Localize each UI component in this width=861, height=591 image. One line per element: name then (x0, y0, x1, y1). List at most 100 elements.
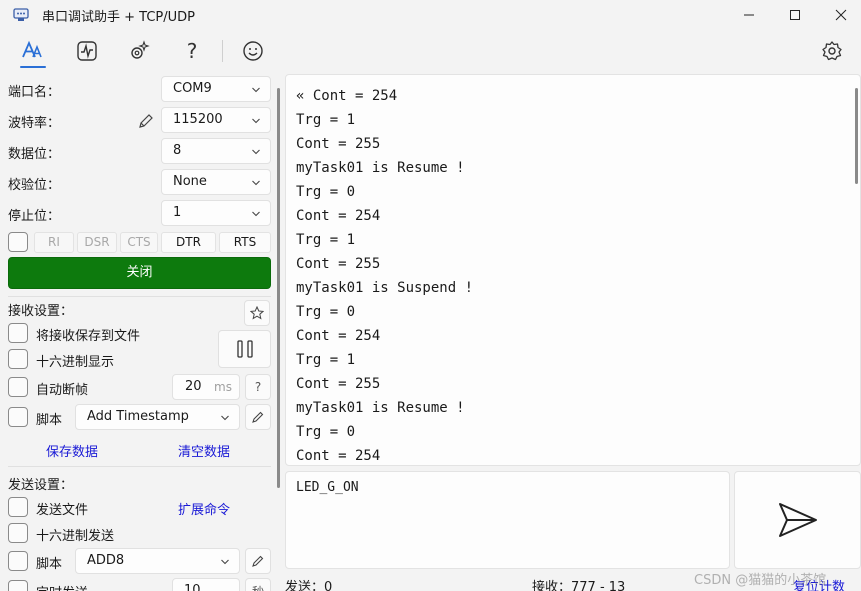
databits-select-value: 8 (173, 143, 182, 158)
output-line: Trg = 1 (296, 232, 356, 248)
pin-cts: CTS (120, 232, 158, 253)
receive-section-label: 接收设置： (8, 304, 74, 319)
hex-display-checkbox[interactable] (8, 349, 28, 369)
receive-script-value: Add Timestamp (87, 409, 189, 424)
minimize-button[interactable] (726, 0, 772, 30)
output-line: Cont = 255 (296, 256, 381, 272)
close-icon (835, 9, 847, 21)
output-lines: « Cont = 254 Trg = 1 Cont = 255 myTask01 is… (296, 84, 474, 465)
send-script-checkbox[interactable] (8, 551, 28, 571)
minimize-icon (744, 14, 754, 16)
parity-label: 校验位： (8, 178, 61, 193)
hex-send-checkbox[interactable] (8, 523, 28, 543)
tool-scope-button[interactable] (71, 36, 103, 66)
output-line: Trg = 0 (296, 184, 356, 200)
parity-select-value: None (173, 174, 207, 189)
output-line: Cont = 255 (296, 136, 381, 152)
section-divider (8, 296, 271, 297)
baud-select[interactable]: 115200 (161, 107, 271, 133)
send-script-value: ADD8 (87, 553, 125, 568)
send-input-text: LED_G_ON (296, 480, 359, 495)
pin-dtr-button[interactable]: DTR (161, 232, 216, 253)
edit-pencil-icon (252, 411, 264, 423)
output-line: Cont = 255 (296, 376, 381, 392)
sent-count: 发送：0 (285, 580, 333, 591)
auto-frame-label: 自动断帧 (36, 383, 89, 398)
port-select-value: COM9 (173, 81, 212, 96)
parity-select[interactable]: None (161, 169, 271, 195)
settings-gear-icon (822, 41, 842, 61)
port-select[interactable]: COM9 (161, 76, 271, 102)
output-line: Cont = 254 (296, 328, 381, 344)
send-input[interactable]: LED_G_ON (285, 471, 730, 569)
maximize-button[interactable] (772, 0, 818, 30)
favorite-button[interactable] (244, 300, 270, 326)
baud-select-value: 115200 (173, 112, 223, 127)
hex-send-label: 十六进制发送 (36, 529, 115, 544)
receive-script-label: 脚本 (36, 413, 63, 428)
send-script-select[interactable]: ADD8 (75, 548, 240, 574)
auto-frame-input[interactable]: 20 ms (172, 374, 240, 400)
chevron-down-icon (252, 87, 260, 93)
close-window-button[interactable] (818, 0, 861, 30)
expand-command-link[interactable]: 扩展命令 (178, 499, 230, 518)
output-line: Cont = 254 (296, 448, 381, 464)
send-section-label: 发送设置： (8, 478, 74, 493)
output-line: Trg = 0 (296, 424, 356, 440)
receive-script-checkbox[interactable] (8, 407, 28, 427)
help-icon: ? (254, 380, 262, 394)
output-line: myTask01 is Suspend ! (296, 280, 474, 296)
output-line: « Cont = 254 (296, 88, 398, 104)
receive-script-edit-button[interactable] (245, 404, 271, 430)
chevron-down-icon (252, 118, 260, 124)
active-tool-indicator (20, 66, 46, 68)
save-data-link[interactable]: 保存数据 (46, 441, 98, 460)
send-button[interactable] (734, 471, 861, 569)
pause-button[interactable] (218, 330, 271, 368)
waveform-text-icon (22, 40, 42, 58)
timed-send-unit-label: 秒 (252, 583, 264, 591)
pin-ri: RI (34, 232, 74, 253)
edit-pencil-icon (252, 555, 264, 567)
tool-plugins-button[interactable] (123, 36, 155, 66)
left-panel-scrollbar[interactable] (277, 88, 280, 488)
output-line: Trg = 1 (296, 352, 356, 368)
pin-rts-button[interactable]: RTS (219, 232, 271, 253)
chevron-down-icon (252, 180, 260, 186)
pins-toggle-checkbox[interactable] (8, 232, 28, 252)
timed-send-unit: 秒 (245, 578, 271, 591)
output-scrollbar[interactable] (855, 88, 858, 184)
tool-help-button[interactable]: ? (176, 36, 208, 66)
stopbits-label: 停止位： (8, 209, 61, 224)
port-label: 端口名： (8, 85, 61, 100)
timed-send-label: 定时发送 (36, 582, 88, 591)
toolbar-divider (222, 40, 223, 62)
auto-frame-help-button[interactable]: ? (245, 374, 271, 400)
databits-select[interactable]: 8 (161, 138, 271, 164)
tool-serial-button[interactable] (17, 36, 49, 66)
tool-feedback-button[interactable] (237, 36, 269, 66)
gear-sparkle-icon (131, 40, 150, 59)
section-divider (8, 466, 271, 467)
send-arrow-icon (778, 503, 817, 537)
maximize-icon (790, 10, 800, 20)
chevron-down-icon (221, 559, 229, 565)
star-icon (250, 306, 264, 320)
app-serial-icon (13, 8, 29, 21)
auto-frame-checkbox[interactable] (8, 377, 28, 397)
receive-script-select[interactable]: Add Timestamp (75, 404, 240, 430)
timed-send-checkbox[interactable] (8, 580, 28, 591)
timed-send-input[interactable]: 10 (172, 578, 240, 591)
tool-settings-button[interactable] (816, 36, 848, 66)
clear-data-link[interactable]: 清空数据 (178, 441, 230, 460)
close-port-button[interactable]: 关闭 (8, 257, 271, 289)
pulse-icon (77, 41, 97, 61)
stopbits-select[interactable]: 1 (161, 200, 271, 226)
smiley-icon (243, 41, 263, 61)
receive-output[interactable]: « Cont = 254 Trg = 1 Cont = 255 myTask01 is… (285, 74, 861, 466)
output-line: Cont = 254 (296, 208, 381, 224)
send-file-checkbox[interactable] (8, 497, 28, 517)
edit-pencil-icon[interactable] (137, 112, 155, 130)
save-to-file-checkbox[interactable] (8, 323, 28, 343)
send-script-edit-button[interactable] (245, 548, 271, 574)
